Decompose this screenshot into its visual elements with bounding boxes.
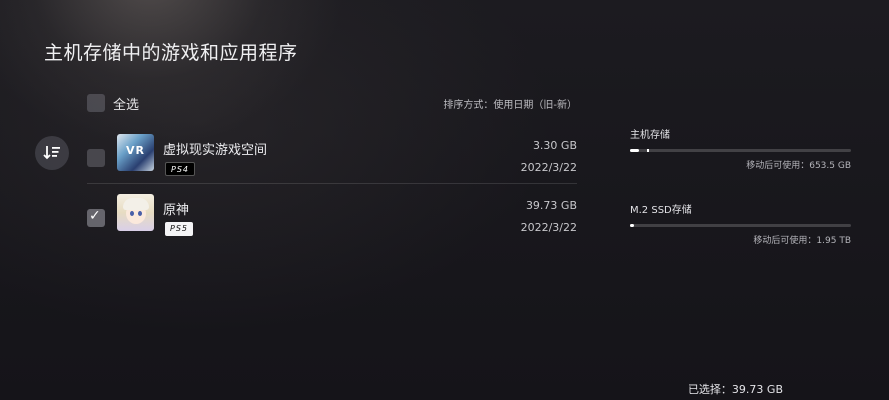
- list-divider: [87, 183, 577, 184]
- list-item[interactable]: VR 虚拟现实游戏空间 PS4 3.30 GB 2022/3/22: [87, 134, 577, 194]
- game-thumbnail-genshin: [117, 194, 154, 231]
- platform-badge-ps4: PS4: [165, 162, 195, 176]
- sort-icon: [43, 146, 60, 160]
- item-checkbox[interactable]: ✓: [87, 208, 105, 227]
- thumbnail-logo-text: VR: [126, 144, 145, 157]
- checkmark-icon: ✓: [89, 208, 101, 224]
- storage-free-after-move: 移动后可使用：1.95 TB: [753, 236, 851, 246]
- item-checkbox[interactable]: [87, 149, 105, 167]
- select-all-row[interactable]: 全选 排序方式：使用日期（旧-新）: [87, 92, 577, 114]
- platform-badge-ps5: PS5: [165, 222, 193, 236]
- page-title: 主机存储中的游戏和应用程序: [44, 42, 298, 64]
- storage-bar-fill: [630, 224, 635, 227]
- thumbnail-art: [130, 211, 134, 216]
- game-date: 2022/3/22: [520, 161, 577, 174]
- storage-label: 主机存储: [630, 130, 670, 141]
- game-size: 39.73 GB: [525, 199, 577, 212]
- game-date: 2022/3/22: [520, 221, 577, 234]
- game-thumbnail-vr: VR: [117, 134, 154, 171]
- thumbnail-art: [138, 211, 142, 216]
- storage-bar: [630, 224, 851, 227]
- sort-order-label: 排序方式：使用日期（旧-新）: [443, 100, 577, 111]
- list-item[interactable]: ✓ 原神 PS5 39.73 GB 2022/3/22: [87, 194, 577, 254]
- storage-bar: [630, 149, 851, 152]
- storage-free-after-move: 移动后可使用：653.5 GB: [746, 161, 851, 171]
- game-name: 原神: [163, 203, 190, 218]
- game-name: 虚拟现实游戏空间: [163, 143, 268, 158]
- sort-button[interactable]: [35, 136, 69, 170]
- thumbnail-art: [123, 198, 149, 210]
- console-storage-panel: 主机存储 移动后可使用：653.5 GB: [630, 126, 851, 171]
- select-all-label: 全选: [113, 98, 140, 113]
- storage-label: M.2 SSD存储: [630, 205, 692, 216]
- game-size: 3.30 GB: [532, 139, 577, 152]
- m2-storage-panel: M.2 SSD存储 移动后可使用：1.95 TB: [630, 201, 851, 246]
- select-all-checkbox[interactable]: [87, 94, 105, 112]
- storage-bar-fill: [630, 149, 639, 152]
- selected-total: 已选择：39.73 GB: [687, 383, 783, 396]
- storage-bar-marker: [647, 149, 649, 152]
